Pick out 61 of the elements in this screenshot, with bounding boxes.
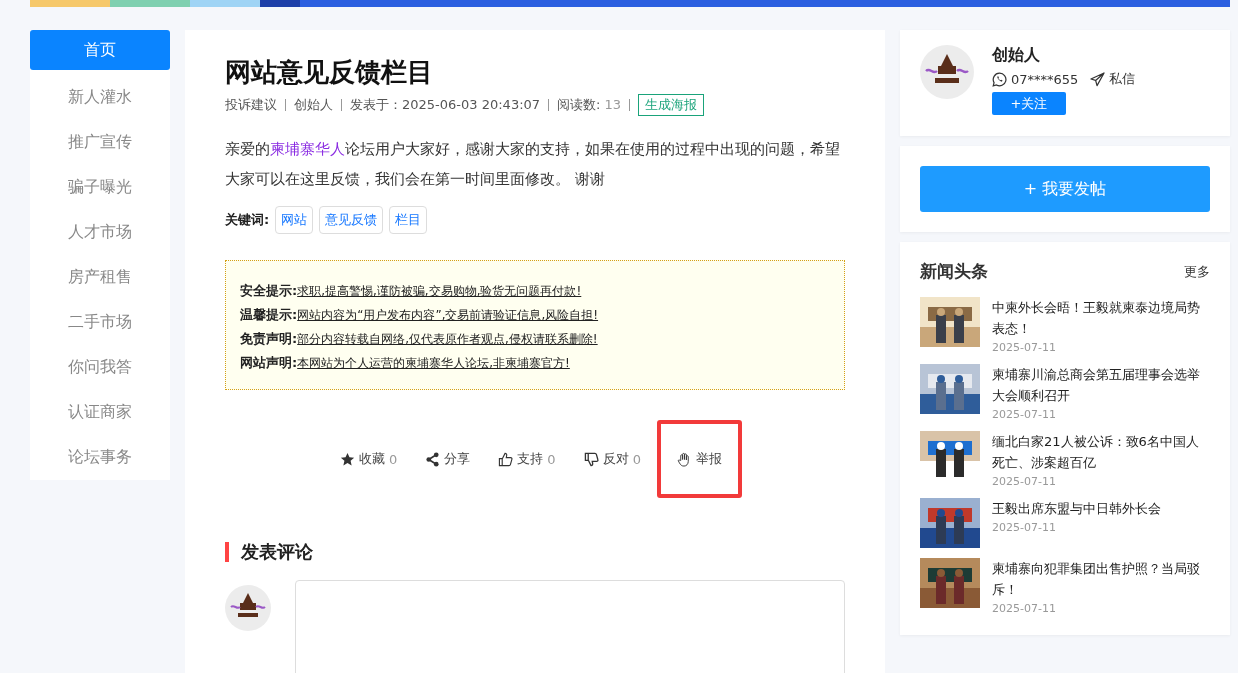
notice-label: 安全提示: — [240, 282, 298, 300]
sidebar-item[interactable]: 认证商家 — [30, 390, 170, 435]
news-link[interactable]: 中柬外长会晤！王毅就柬泰边境局势表态！ — [992, 297, 1210, 339]
action-link[interactable]: 举报 — [656, 420, 742, 498]
post-date: 发表于：2025-06-03 20:43:07 — [350, 96, 541, 114]
keyword-tag[interactable]: 网站 — [275, 206, 314, 234]
sidebar-item[interactable]: 新人灌水 — [30, 75, 170, 120]
action-link[interactable]: 支持 0 — [486, 420, 568, 498]
comment-heading: 发表评论 — [225, 542, 845, 562]
whatsapp-icon — [992, 71, 1007, 87]
notice-link[interactable]: 部分内容转载自网络,仅代表原作者观点,侵权请联系删除! — [297, 327, 598, 351]
article-body: 亲爱的柬埔寨华人论坛用户大家好，感谢大家的支持，如果在使用的过程中出现的问题，希望大家可以在这里反馈，我们会在第一时间里面修改。 谢谢 — [225, 139, 841, 190]
phone-number: 07****655 — [1011, 71, 1079, 87]
article-title: 网站意见反馈栏目 — [225, 56, 434, 89]
star-icon — [340, 451, 356, 467]
comment-field[interactable] — [295, 580, 845, 673]
notice-label: 免责声明: — [240, 330, 298, 348]
news-link[interactable]: 王毅出席东盟与中日韩外长会 — [992, 498, 1161, 519]
follow-button[interactable]: +关注 — [992, 92, 1066, 115]
hand-icon — [676, 451, 692, 467]
user-name: 创始人 — [992, 45, 1041, 66]
news-date: 2025-07-11 — [992, 341, 1057, 354]
avatar-icon — [225, 585, 271, 631]
author-link[interactable]: 创始人 — [294, 96, 333, 114]
sidebar-item[interactable]: 你问我答 — [30, 345, 170, 390]
action-link[interactable]: 收藏 0 — [328, 420, 410, 498]
sidebar-item[interactable]: 推广宣传 — [30, 120, 170, 165]
keyword-tag[interactable]: 意见反馈 — [319, 206, 384, 234]
thumbs-up-icon — [498, 451, 514, 467]
notice-link[interactable]: 本网站为个人运营的柬埔寨华人论坛,非柬埔寨官方! — [297, 351, 570, 375]
sidebar-item[interactable]: 人才市场 — [30, 210, 170, 255]
keyword-tag[interactable]: 栏目 — [389, 206, 428, 234]
sidebar-item[interactable]: 二手市场 — [30, 300, 170, 345]
forum-link[interactable]: 柬埔寨华人 — [270, 140, 345, 158]
news-date: 2025-07-11 — [992, 602, 1057, 615]
notice-link[interactable]: 求职,提高警惕,谨防被骗,交易购物,验货无问题再付款! — [297, 279, 582, 303]
news-date: 2025-07-11 — [992, 408, 1057, 421]
sidebar-item[interactable]: 骗子曝光 — [30, 165, 170, 210]
sidebar-item[interactable]: 论坛事务 — [30, 435, 170, 480]
sidebar-item[interactable]: 房产租售 — [30, 255, 170, 300]
avatar-icon — [920, 45, 974, 99]
news-date: 2025-07-11 — [992, 475, 1057, 488]
read-count: 阅读数: 13 — [557, 96, 622, 114]
keywords-label: 关键词: — [225, 211, 270, 229]
news-date: 2025-07-11 — [992, 521, 1057, 534]
action-link[interactable]: 反对 0 — [571, 420, 653, 498]
news-heading: 新闻头条 — [920, 260, 988, 283]
share-icon — [425, 451, 441, 467]
notice-label: 网站声明: — [240, 354, 298, 372]
notice-link[interactable]: 网站内容为“用户发布内容”,交易前请验证信息,风险自担! — [297, 303, 599, 327]
sidebar-item[interactable]: 首页 — [30, 30, 170, 70]
more-link[interactable]: 更多 — [1184, 262, 1210, 281]
news-link[interactable]: 柬埔寨向犯罪集团出售护照？当局驳斥！ — [992, 558, 1210, 600]
message-link[interactable]: 私信 — [1109, 70, 1136, 88]
action-link[interactable]: 分享 — [413, 420, 483, 498]
news-link[interactable]: 柬埔寨川渝总商会第五届理事会选举大会顺利召开 — [992, 364, 1210, 406]
news-link[interactable]: 缅北白家21人被公诉：致6名中国人死亡、涉案超百亿 — [992, 431, 1210, 473]
paper-plane-icon — [1090, 71, 1106, 87]
category-link[interactable]: 投诉建议 — [225, 96, 277, 114]
thumbs-down-icon — [583, 451, 599, 467]
notice-label: 温馨提示: — [240, 306, 298, 324]
